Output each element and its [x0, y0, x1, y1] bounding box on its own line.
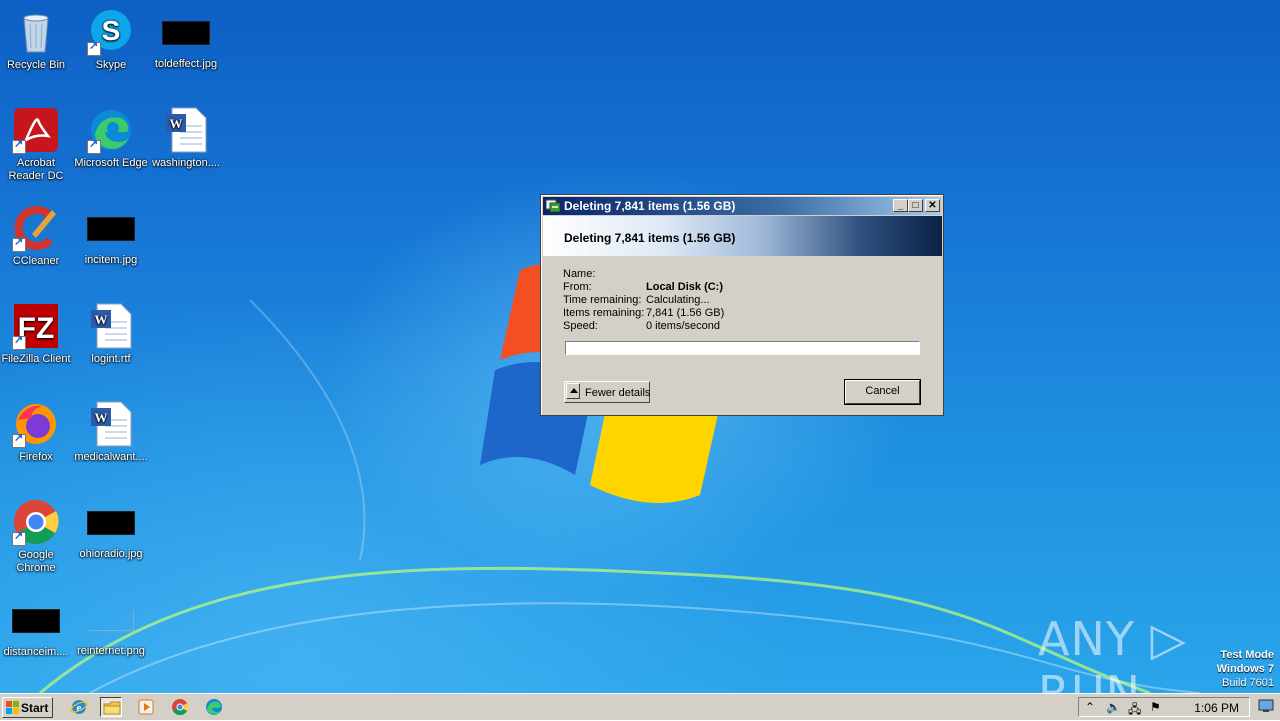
desktop-icon-firefox[interactable]: Firefox [0, 400, 74, 464]
image-file-icon [87, 217, 135, 241]
image-file-icon [87, 511, 135, 535]
recycle-bin-icon [23, 14, 49, 53]
delete-files-icon [546, 199, 560, 212]
desktop-icon-edge[interactable]: Microsoft Edge [73, 106, 149, 170]
start-label: Start [21, 701, 49, 715]
windows-flag-icon [6, 701, 19, 714]
start-button[interactable]: Start [2, 697, 53, 718]
dialog-header-banner: Deleting 7,841 items (1.56 GB) [543, 216, 942, 256]
detail-label: Name: [563, 268, 596, 280]
action-center-flag-icon[interactable]: ⚑ [1150, 700, 1161, 714]
detail-label: Time remaining: [563, 294, 642, 306]
dialog-heading: Deleting 7,841 items (1.56 GB) [564, 231, 736, 245]
desktop-icon-chrome[interactable]: Google Chrome [0, 498, 74, 575]
desktop-icon-medicalwant[interactable]: W medicalwant.... [73, 400, 149, 464]
shortcut-arrow-icon [87, 40, 101, 56]
desktop-icon-reinternet[interactable]: reinternet.png [73, 596, 149, 658]
shortcut-arrow-icon [12, 138, 26, 154]
dialog-title: Deleting 7,841 items (1.56 GB) [564, 199, 736, 213]
taskbar-internet-explorer[interactable]: e [68, 697, 90, 717]
edge-icon [206, 699, 222, 715]
fewer-details-label: Fewer details [585, 387, 651, 399]
maximize-button[interactable]: □ [908, 199, 923, 212]
test-mode-label: Test Mode [1220, 649, 1274, 661]
detail-label: Speed: [563, 320, 598, 332]
taskbar-file-explorer[interactable] [100, 697, 122, 717]
system-tray: ⌃ 🔈 🖧 ⚑ 1:06 PM [1078, 697, 1250, 717]
cancel-button[interactable]: Cancel [844, 379, 921, 405]
taskbar: Start e ⌃ 🔈 🖧 ⚑ 1:06 PM [0, 693, 1280, 720]
desktop-icon-filezilla[interactable]: FZ FileZilla Client [0, 302, 74, 366]
os-build-info: Test Mode Windows 7 Build 7601 [1217, 648, 1274, 690]
image-file-icon [12, 609, 60, 633]
desktop-icon-ccleaner[interactable]: CCleaner [0, 204, 74, 268]
svg-text:W: W [95, 312, 108, 327]
detail-value: 7,841 (1.56 GB) [646, 307, 725, 319]
taskbar-chrome[interactable] [169, 697, 191, 717]
close-button[interactable]: ✕ [925, 199, 940, 212]
word-doc-icon: W [91, 401, 132, 447]
desktop-icon-ohioradio[interactable]: ohioradio.jpg [73, 498, 149, 561]
svg-text:W: W [95, 410, 108, 425]
shortcut-arrow-icon [12, 334, 26, 350]
shortcut-arrow-icon [12, 236, 26, 252]
dialog-titlebar[interactable]: Deleting 7,841 items (1.56 GB) _ □ ✕ [543, 197, 941, 215]
monitor-icon [1258, 699, 1274, 712]
chevron-up-icon [566, 383, 580, 399]
chrome-icon [172, 699, 189, 716]
show-hidden-icons-icon[interactable]: ⌃ [1085, 700, 1095, 714]
word-doc-icon: W [91, 303, 132, 349]
windows-version-label: Windows 7 [1216, 663, 1274, 675]
network-icon[interactable]: 🖧 [1128, 700, 1141, 721]
taskbar-media-player[interactable] [135, 697, 157, 717]
shortcut-arrow-icon [12, 432, 26, 448]
desktop-icon-recycle-bin[interactable]: Recycle Bin [0, 8, 74, 72]
file-explorer-icon [103, 701, 121, 715]
minimize-button[interactable]: _ [893, 199, 908, 212]
detail-value: 0 items/second [646, 320, 720, 332]
detail-value: Calculating... [646, 294, 710, 306]
desktop-icon-distanceim[interactable]: distanceim.... [0, 596, 74, 659]
delete-progress-dialog: Deleting 7,841 items (1.56 GB) _ □ ✕ Del… [540, 194, 944, 416]
desktop-icon-logint[interactable]: W logint.rtf [73, 302, 149, 366]
detail-label: Items remaining: [563, 307, 645, 319]
detail-label: From: [563, 281, 592, 293]
desktop-icon-toldeffect[interactable]: toldeffect.jpg [148, 8, 224, 71]
desktop-icon-skype[interactable]: S Skype [73, 8, 149, 72]
desktop-icon-acrobat[interactable]: Acrobat Reader DC [0, 106, 74, 183]
volume-icon[interactable]: 🔈 [1106, 700, 1121, 714]
image-file-icon [88, 610, 134, 631]
desktop: Recycle Bin S Skype toldeffect.jpg Acrob… [0, 0, 1280, 693]
shortcut-arrow-icon [12, 530, 26, 546]
desktop-icon-washington[interactable]: W washington.... [148, 106, 224, 170]
build-label: Build 7601 [1222, 677, 1274, 689]
progress-bar [565, 341, 920, 355]
media-player-icon [138, 699, 154, 715]
svg-text:W: W [170, 116, 183, 131]
word-doc-icon: W [166, 107, 207, 153]
internet-explorer-icon: e [70, 700, 88, 714]
taskbar-edge[interactable] [203, 697, 225, 717]
detail-value: Local Disk (C:) [646, 281, 724, 293]
image-file-icon [162, 21, 210, 45]
fewer-details-button[interactable]: Fewer details [564, 381, 650, 403]
show-desktop-button[interactable] [1256, 697, 1278, 717]
shortcut-arrow-icon [87, 138, 101, 154]
clock[interactable]: 1:06 PM [1194, 701, 1239, 715]
svg-text:S: S [102, 15, 121, 46]
desktop-icon-incitem[interactable]: incitem.jpg [73, 204, 149, 267]
